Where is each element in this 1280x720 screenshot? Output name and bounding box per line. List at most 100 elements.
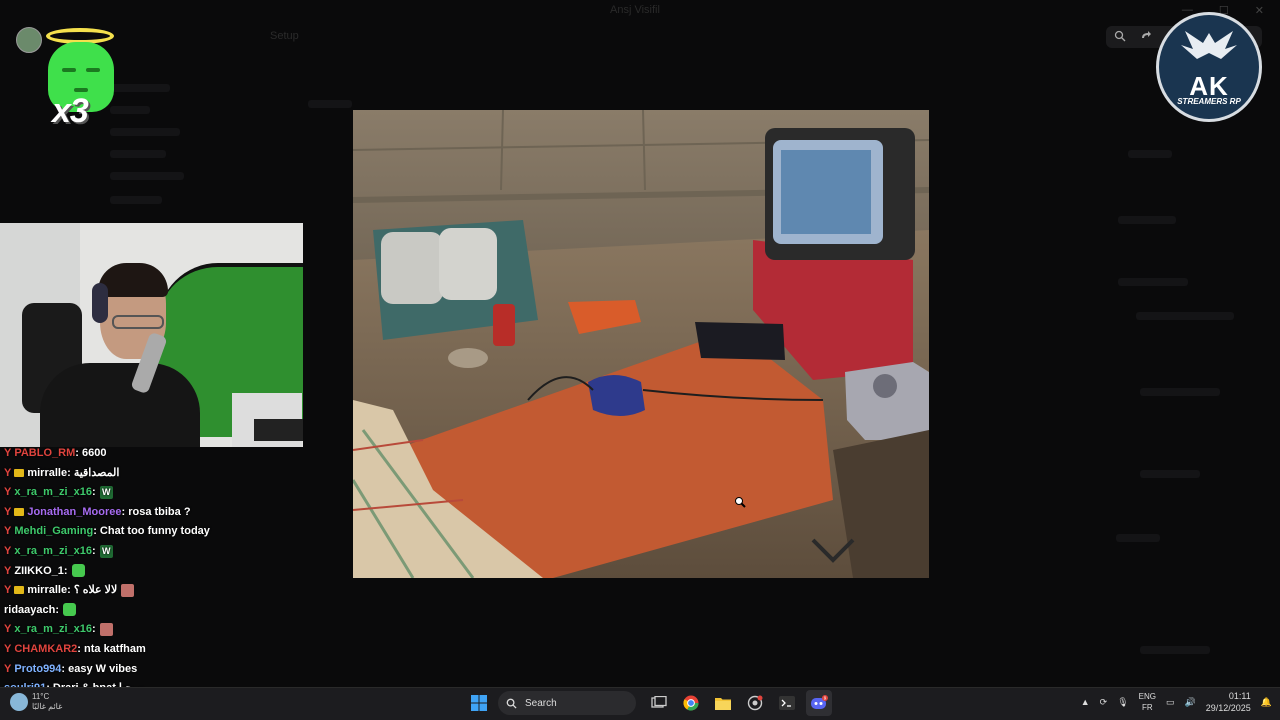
subscriber-badge-icon (14, 507, 25, 516)
chat-username[interactable]: PABLO_RM (14, 447, 75, 459)
chat-username[interactable]: mirralle (27, 467, 67, 479)
folder-icon (715, 698, 731, 710)
viewer-image (353, 110, 929, 578)
glasses-icon (112, 315, 164, 329)
chat-username[interactable]: x_ra_m_zi_x16 (14, 486, 92, 498)
bg-ghost-line (110, 150, 166, 158)
chat-message: Yx_ra_m_zi_x16: W (0, 542, 310, 562)
chat-emote-icon (121, 583, 135, 597)
streamer-hair (98, 263, 168, 297)
discord-icon: 9 (811, 695, 828, 709)
app-button[interactable] (742, 690, 768, 716)
moderator-badge-icon: Y (4, 525, 12, 538)
notification-icon[interactable]: 🔔 (1261, 697, 1272, 708)
file-explorer-button[interactable] (710, 690, 736, 716)
chat-text: : nta katfham (77, 642, 146, 655)
start-button[interactable] (466, 690, 492, 716)
chat-username[interactable]: x_ra_m_zi_x16 (14, 623, 92, 635)
chat-username[interactable]: CHAMKAR2 (14, 643, 77, 655)
chat-message: Y ZIIKKO_1: (0, 562, 310, 582)
chat-message: Y CHAMKAR2: nta katfham (0, 640, 310, 660)
taskbar-apps: Search 9 (466, 690, 832, 716)
chat-overlay: Y PABLO_RM: 6600 Ymirralle: المصداقية Yx_ra… (0, 444, 310, 699)
chat-message: Ymirralle: المصداقية (0, 464, 310, 484)
chat-username[interactable]: x_ra_m_zi_x16 (14, 545, 92, 557)
chat-message: Y Proto994: easy W vibes (0, 660, 310, 680)
chat-emote-icon (99, 622, 113, 636)
taskbar: 11°C غائم غالبًا Search 9 ▲ ⟳ 🎙 ENG FR ▭… (0, 687, 1280, 720)
cloud-icon (10, 693, 28, 711)
chevron-up-icon[interactable]: ▲ (1081, 697, 1090, 707)
rotate-icon[interactable] (1140, 30, 1152, 45)
basement-photo (353, 110, 929, 578)
webcam-feed (0, 223, 303, 447)
chrome-icon (683, 695, 699, 711)
chat-username[interactable]: Jonathan_Mooree (27, 506, 121, 518)
language-switcher[interactable]: ENG FR (1139, 691, 1156, 713)
chat-message: ridaayach: (0, 601, 310, 621)
chat-message: Ymirralle: لالا علاه ؟ (0, 581, 310, 601)
close-button[interactable]: ✕ (1255, 4, 1264, 17)
bg-ghost-line (1140, 470, 1200, 478)
clock[interactable]: 01:11 29/12/2025 (1206, 690, 1251, 714)
moderator-badge-icon: Y (4, 623, 12, 636)
chat-username[interactable]: Mehdi_Gaming (14, 525, 93, 537)
chat-message: Y Jonathan_Mooree: rosa tbiba ? (0, 503, 310, 523)
system-tray: ▲ ⟳ 🎙 ENG FR ▭ 🔊 01:11 29/12/2025 🔔 (1081, 690, 1272, 714)
chat-emote-icon (71, 564, 85, 578)
taskbar-search[interactable]: Search (498, 691, 636, 715)
bg-ghost-line (110, 172, 184, 180)
zoom-in-icon[interactable] (1114, 30, 1126, 45)
bg-ghost-line (1140, 646, 1210, 654)
terminal-icon (779, 696, 795, 710)
chat-emote-icon: W (99, 544, 113, 558)
chat-emote-icon: W (99, 485, 113, 499)
channel-logo: AK STREAMERS RP (1156, 12, 1262, 122)
sync-icon[interactable]: ⟳ (1100, 697, 1108, 708)
bg-ghost-line (1118, 278, 1188, 286)
chat-message: Y Mehdi_Gaming: Chat too funny today (0, 522, 310, 542)
clock-date: 29/12/2025 (1205, 703, 1251, 713)
search-icon (506, 698, 517, 709)
windows-icon (471, 695, 487, 711)
task-view-button[interactable] (646, 690, 672, 716)
eye-icon (86, 68, 100, 72)
chat-text: : (92, 623, 96, 636)
chrome-button[interactable] (678, 690, 704, 716)
bg-ghost-line (308, 100, 352, 108)
phoenix-icon (1181, 31, 1237, 59)
chat-username[interactable]: mirralle (27, 584, 67, 596)
streamer-body (40, 363, 200, 447)
weather-desc: غائم غالبًا (32, 702, 63, 711)
chat-username[interactable]: Proto994 (14, 663, 61, 675)
network-icon[interactable]: ▭ (1166, 697, 1175, 708)
chat-message: Yx_ra_m_zi_x16: W (0, 483, 310, 503)
weather-widget[interactable]: 11°C غائم غالبًا (10, 692, 62, 712)
keyboard-icon (254, 419, 303, 441)
bg-ghost-line (1118, 216, 1176, 224)
sticker-multiplier: x3 (52, 92, 89, 130)
chat-text: : Chat too funny today (93, 525, 210, 538)
terminal-button[interactable] (774, 690, 800, 716)
chat-emote-icon (63, 603, 77, 617)
volume-icon[interactable]: 🔊 (1185, 697, 1196, 708)
moderator-badge-icon: Y (4, 505, 12, 518)
zoom-cursor-icon (735, 497, 746, 508)
lang-top: ENG (1138, 692, 1156, 701)
microphone-icon[interactable]: 🎙 (1117, 697, 1128, 708)
chat-text: : 6600 (75, 447, 107, 459)
moderator-badge-icon: Y (4, 466, 12, 479)
chat-message: Y PABLO_RM: 6600 (0, 444, 310, 464)
bg-ghost-line (1116, 534, 1160, 542)
moderator-badge-icon: Y (4, 486, 12, 499)
window-title: Ansj Visifil (610, 4, 660, 16)
chat-username[interactable]: ZIIKKO_1 (14, 565, 64, 577)
eye-icon (62, 68, 76, 72)
moderator-badge-icon: Y (4, 642, 12, 655)
chat-username[interactable]: ridaayach (4, 604, 55, 616)
channel-title: Setup (270, 30, 299, 42)
bg-ghost-line (110, 196, 162, 204)
headset-icon (92, 283, 108, 323)
record-app-icon (747, 695, 763, 711)
discord-button[interactable]: 9 (806, 690, 832, 716)
